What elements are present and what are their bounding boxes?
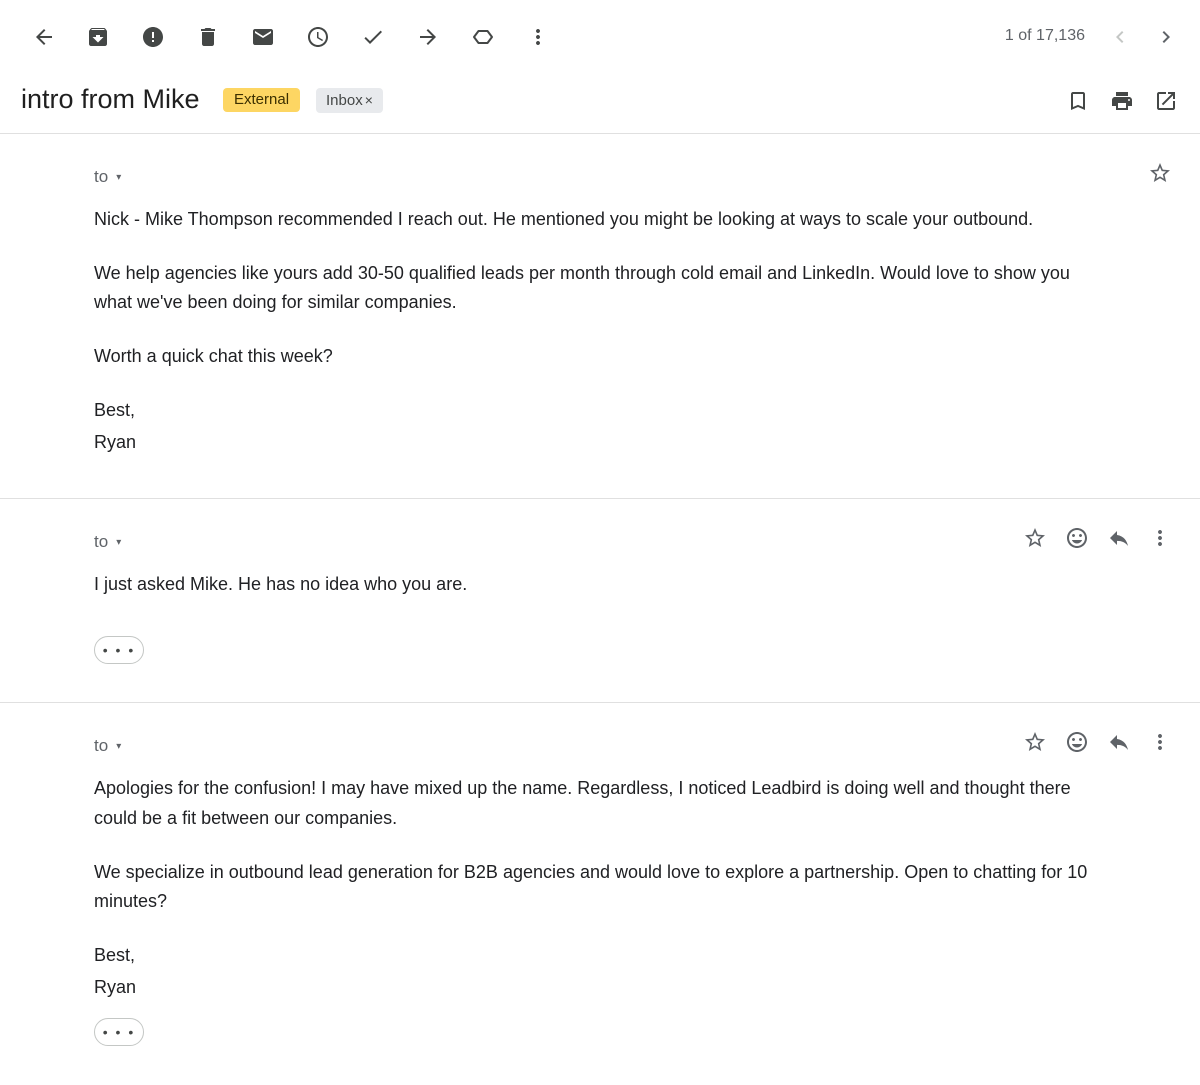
archive-icon[interactable]	[82, 21, 114, 53]
recipient-line[interactable]: to ▾	[94, 532, 121, 552]
external-label-chip: External	[223, 88, 301, 112]
open-in-new-window-icon[interactable]	[1150, 85, 1182, 117]
star-icon[interactable]	[1020, 523, 1050, 553]
to-label: to	[94, 167, 109, 186]
message-body-line: We specialize in outbound lead generatio…	[94, 862, 1088, 882]
message-body-line: Nick - Mike Thompson recommended I reach…	[94, 209, 1034, 229]
to-label: to	[94, 532, 109, 551]
mark-unread-icon[interactable]	[247, 21, 279, 53]
more-vert-icon[interactable]	[1145, 523, 1175, 553]
snooze-icon[interactable]	[302, 21, 334, 53]
message-body-line: Best,	[94, 400, 136, 420]
star-icon[interactable]	[1145, 158, 1175, 188]
message-body-line: We help agencies like yours add 30-50 qu…	[94, 263, 1070, 283]
show-trimmed-content-button[interactable]: • • •	[94, 636, 144, 664]
more-vert-icon[interactable]	[1145, 727, 1175, 757]
add-reaction-icon[interactable]	[1062, 727, 1092, 757]
message-divider	[0, 498, 1200, 499]
recipient-dropdown-icon[interactable]: ▾	[116, 741, 121, 752]
report-spam-icon[interactable]	[137, 21, 169, 53]
message-body-line: Ryan	[94, 432, 137, 452]
message-body-line: what we've been doing for similar compan…	[94, 292, 457, 312]
message-body-line: could be a fit between our companies.	[94, 808, 398, 828]
message-counter: 1 of 17,136	[1004, 27, 1085, 44]
recipient-dropdown-icon[interactable]: ▾	[116, 537, 121, 548]
add-to-tasks-icon[interactable]	[357, 21, 389, 53]
message-body-line: Worth a quick chat this week?	[94, 346, 333, 366]
newer-chevron-icon[interactable]	[1104, 21, 1136, 53]
older-chevron-icon[interactable]	[1150, 21, 1182, 53]
recipient-line[interactable]: to ▾	[94, 736, 121, 756]
thread-subject: intro from Mike	[21, 84, 200, 114]
message-body-line: Apologies for the confusion! I may have …	[94, 778, 1071, 798]
recipient-line[interactable]: to ▾	[94, 167, 121, 187]
toolbar: 1 of 17,136	[0, 0, 1200, 72]
reply-icon[interactable]	[1104, 727, 1134, 757]
bookmark-icon[interactable]	[1062, 85, 1094, 117]
add-reaction-icon[interactable]	[1062, 523, 1092, 553]
show-trimmed-content-button[interactable]: • • •	[94, 1018, 144, 1046]
message-body-line: Best,	[94, 945, 136, 965]
back-arrow-icon[interactable]	[28, 21, 60, 53]
print-icon[interactable]	[1106, 85, 1138, 117]
move-to-icon[interactable]	[412, 21, 444, 53]
message-body-line: I just asked Mike. He has no idea who yo…	[94, 574, 468, 594]
message-body-line: Ryan	[94, 977, 137, 997]
message-divider	[0, 702, 1200, 703]
inbox-label-text: Inbox	[326, 92, 363, 109]
more-vert-icon[interactable]	[522, 21, 554, 53]
inbox-label-chip[interactable]: Inbox ×	[316, 88, 383, 113]
star-icon[interactable]	[1020, 727, 1050, 757]
delete-icon[interactable]	[192, 21, 224, 53]
recipient-dropdown-icon[interactable]: ▾	[116, 172, 121, 183]
message-body-line: minutes?	[94, 891, 168, 911]
label-icon[interactable]	[467, 21, 499, 53]
remove-label-icon[interactable]: ×	[365, 92, 373, 108]
to-label: to	[94, 736, 109, 755]
reply-icon[interactable]	[1104, 523, 1134, 553]
